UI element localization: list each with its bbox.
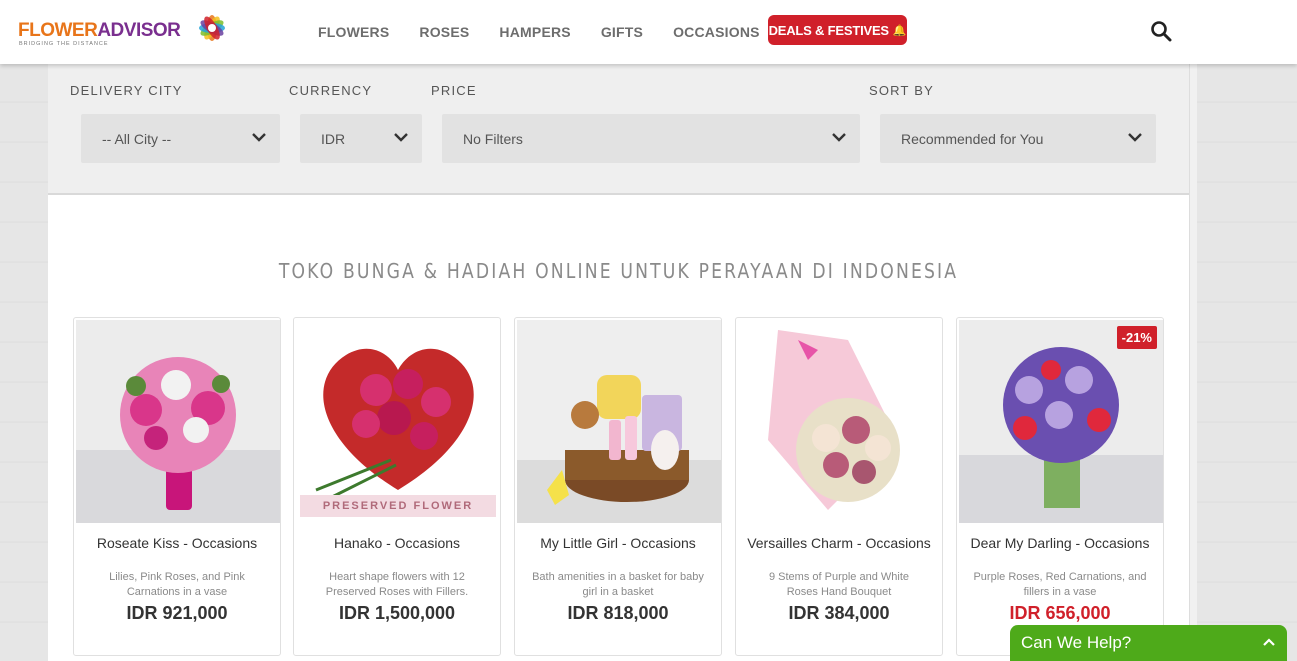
- product-price: IDR 921,000: [126, 603, 228, 623]
- preserved-flower-banner: PRESERVED FLOWER: [300, 495, 496, 517]
- flower-logo-icon: [199, 15, 225, 41]
- nav-flowers[interactable]: FLOWERS: [318, 24, 389, 40]
- site-header: FLOWERADVISOR BRIDGING THE DISTANCE FLOW…: [0, 0, 1297, 64]
- logo-wordmark: FLOWERADVISOR: [18, 20, 181, 42]
- main-nav: FLOWERS ROSES HAMPERS GIFTS OCCASIONS: [303, 0, 775, 64]
- nav-gifts[interactable]: GIFTS: [601, 24, 643, 40]
- deals-label: DEALS & FESTIVES: [768, 22, 890, 38]
- product-image: [959, 320, 1163, 523]
- product-image: [517, 320, 721, 523]
- chevron-up-icon: [1263, 638, 1275, 646]
- product-image: [296, 320, 500, 523]
- product-card[interactable]: -21% Dear My Darling - Occasions Purple …: [956, 317, 1164, 656]
- product-card[interactable]: My Little Girl - Occasions Bath amenitie…: [514, 317, 722, 656]
- product-description: Heart shape flowers with 12 Preserved Ro…: [325, 571, 469, 598]
- currency-select[interactable]: IDR: [300, 114, 422, 163]
- product-name: Versailles Charm - Occasions: [747, 535, 931, 551]
- chevron-down-icon: [1128, 133, 1142, 142]
- product-description: Lilies, Pink Roses, and Pink Carnations …: [109, 571, 245, 598]
- product-name: Hanako - Occasions: [333, 535, 461, 551]
- logo-word-flower: FLOWER: [18, 20, 98, 41]
- product-price: IDR 384,000: [788, 603, 890, 623]
- chat-help-widget[interactable]: Can We Help?: [1010, 625, 1287, 661]
- deals-festives-button[interactable]: DEALS & FESTIVES 🔔: [768, 15, 907, 45]
- product-name: My Little Girl - Occasions: [540, 535, 696, 551]
- page-background-right: [1189, 0, 1297, 661]
- product-image: [738, 320, 942, 523]
- product-price: IDR 656,000: [1009, 603, 1111, 623]
- product-price: IDR 1,500,000: [338, 603, 456, 623]
- product-card[interactable]: Roseate Kiss - Occasions Lilies, Pink Ro…: [73, 317, 281, 656]
- product-name: Roseate Kiss - Occasions: [96, 535, 258, 551]
- currency-value: IDR: [321, 130, 346, 147]
- page-title: TOKO BUNGA & HADIAH ONLINE UNTUK PERAYAA…: [278, 259, 959, 283]
- discount-badge: -21%: [1116, 326, 1157, 349]
- logo-word-advisor: ADVISOR: [97, 20, 181, 41]
- nav-roses[interactable]: ROSES: [419, 24, 469, 40]
- delivery-city-label: DELIVERY CITY: [70, 83, 183, 98]
- product-description: 9 Stems of Purple and White Roses Hand B…: [768, 571, 909, 598]
- product-description: Purple Roses, Red Carnations, and filler…: [973, 571, 1147, 598]
- currency-label: CURRENCY: [289, 83, 373, 98]
- sort-by-label: SORT BY: [869, 83, 934, 98]
- nav-hampers[interactable]: HAMPERS: [499, 24, 570, 40]
- nav-occasions[interactable]: OCCASIONS: [673, 24, 760, 40]
- chevron-down-icon: [832, 133, 846, 142]
- product-image: [76, 320, 280, 523]
- product-name: Dear My Darling - Occasions: [970, 535, 1150, 551]
- chevron-down-icon: [252, 133, 266, 142]
- site-logo[interactable]: FLOWERADVISOR BRIDGING THE DISTANCE: [18, 6, 238, 58]
- product-description: Bath amenities in a basket for baby girl…: [532, 571, 704, 598]
- price-value: No Filters: [463, 130, 523, 147]
- product-card[interactable]: PRESERVED FLOWER Hanako - Occasions Hear…: [293, 317, 501, 656]
- help-label: Can We Help?: [1021, 633, 1132, 652]
- logo-tagline: BRIDGING THE DISTANCE: [19, 41, 109, 47]
- delivery-city-select[interactable]: -- All City --: [81, 114, 280, 163]
- search-icon[interactable]: [1150, 20, 1172, 42]
- chevron-down-icon: [394, 133, 408, 142]
- bell-icon: 🔔: [892, 24, 907, 37]
- price-select[interactable]: No Filters: [442, 114, 860, 163]
- scrollbar[interactable]: [1189, 64, 1197, 661]
- product-card[interactable]: Versailles Charm - Occasions 9 Stems of …: [735, 317, 943, 656]
- product-listing: TOKO BUNGA & HADIAH ONLINE UNTUK PERAYAA…: [48, 195, 1189, 661]
- sort-by-select[interactable]: Recommended for You: [880, 114, 1156, 163]
- product-price: IDR 818,000: [567, 603, 669, 623]
- sort-by-value: Recommended for You: [901, 130, 1044, 147]
- page-background-left: [0, 0, 48, 661]
- delivery-city-value: -- All City --: [102, 130, 172, 147]
- price-label: PRICE: [431, 83, 477, 98]
- filter-panel: DELIVERY CITY -- All City -- CURRENCY ID…: [48, 64, 1189, 195]
